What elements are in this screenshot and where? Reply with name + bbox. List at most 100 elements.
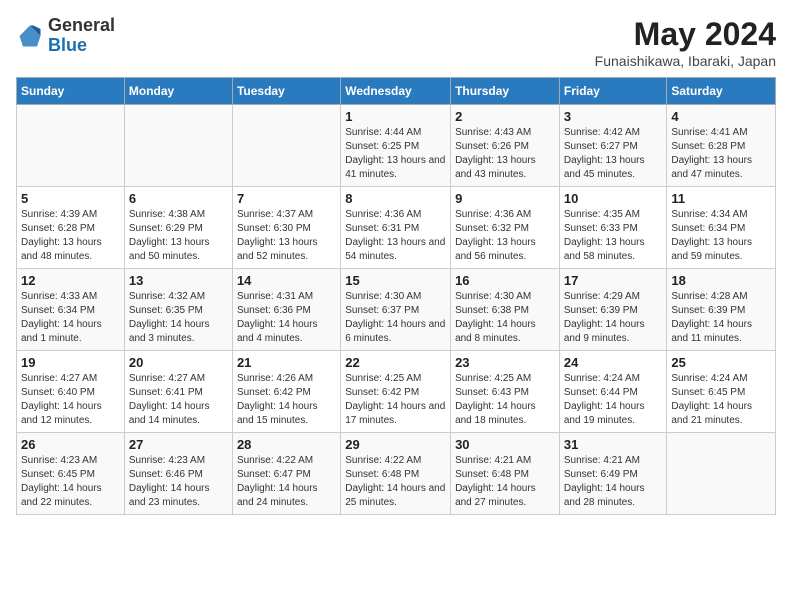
day-info: Sunrise: 4:22 AM Sunset: 6:48 PM Dayligh… <box>345 454 446 510</box>
calendar-cell: 24 Sunrise: 4:24 AM Sunset: 6:44 PM Dayli… <box>559 351 667 433</box>
day-number: 3 <box>564 109 663 124</box>
day-info: Sunrise: 4:33 AM Sunset: 6:34 PM Dayligh… <box>21 290 120 346</box>
day-number: 30 <box>455 437 555 452</box>
day-number: 14 <box>237 273 336 288</box>
logo-blue-text: Blue <box>48 35 87 55</box>
day-number: 29 <box>345 437 446 452</box>
day-info: Sunrise: 4:21 AM Sunset: 6:48 PM Dayligh… <box>455 454 555 510</box>
week-row-3: 19 Sunrise: 4:27 AM Sunset: 6:40 PM Dayli… <box>17 351 776 433</box>
calendar-cell: 9 Sunrise: 4:36 AM Sunset: 6:32 PM Daylig… <box>451 187 560 269</box>
day-info: Sunrise: 4:34 AM Sunset: 6:34 PM Dayligh… <box>671 208 771 264</box>
calendar-cell: 3 Sunrise: 4:42 AM Sunset: 6:27 PM Daylig… <box>559 105 667 187</box>
day-number: 27 <box>129 437 228 452</box>
day-number: 11 <box>671 191 771 206</box>
day-info: Sunrise: 4:22 AM Sunset: 6:47 PM Dayligh… <box>237 454 336 510</box>
day-info: Sunrise: 4:23 AM Sunset: 6:46 PM Dayligh… <box>129 454 228 510</box>
day-number: 25 <box>671 355 771 370</box>
day-number: 26 <box>21 437 120 452</box>
day-number: 2 <box>455 109 555 124</box>
day-info: Sunrise: 4:30 AM Sunset: 6:37 PM Dayligh… <box>345 290 446 346</box>
header-day-thursday: Thursday <box>451 78 560 105</box>
day-info: Sunrise: 4:36 AM Sunset: 6:31 PM Dayligh… <box>345 208 446 264</box>
title-block: May 2024 Funaishikawa, Ibaraki, Japan <box>595 16 776 69</box>
day-number: 21 <box>237 355 336 370</box>
day-info: Sunrise: 4:24 AM Sunset: 6:44 PM Dayligh… <box>564 372 663 428</box>
day-number: 19 <box>21 355 120 370</box>
day-number: 31 <box>564 437 663 452</box>
calendar-cell: 13Sunrise: 4:32 AM Sunset: 6:35 PM Dayli… <box>124 269 232 351</box>
day-info: Sunrise: 4:42 AM Sunset: 6:27 PM Dayligh… <box>564 126 663 182</box>
calendar-cell: 18Sunrise: 4:28 AM Sunset: 6:39 PM Dayli… <box>667 269 776 351</box>
day-number: 23 <box>455 355 555 370</box>
calendar-cell: 1 Sunrise: 4:44 AM Sunset: 6:25 PM Daylig… <box>341 105 451 187</box>
calendar-cell: 30 Sunrise: 4:21 AM Sunset: 6:48 PM Dayli… <box>451 433 560 515</box>
header-day-friday: Friday <box>559 78 667 105</box>
logo-icon <box>16 22 44 50</box>
day-info: Sunrise: 4:23 AM Sunset: 6:45 PM Dayligh… <box>21 454 120 510</box>
calendar-cell: 10Sunrise: 4:35 AM Sunset: 6:33 PM Dayli… <box>559 187 667 269</box>
day-info: Sunrise: 4:29 AM Sunset: 6:39 PM Dayligh… <box>564 290 663 346</box>
calendar-header: SundayMondayTuesdayWednesdayThursdayFrid… <box>17 78 776 105</box>
day-number: 9 <box>455 191 555 206</box>
day-number: 13 <box>129 273 228 288</box>
day-info: Sunrise: 4:37 AM Sunset: 6:30 PM Dayligh… <box>237 208 336 264</box>
calendar-cell: 8Sunrise: 4:36 AM Sunset: 6:31 PM Daylig… <box>341 187 451 269</box>
day-number: 7 <box>237 191 336 206</box>
day-info: Sunrise: 4:26 AM Sunset: 6:42 PM Dayligh… <box>237 372 336 428</box>
month-year: May 2024 <box>595 16 776 53</box>
day-info: Sunrise: 4:31 AM Sunset: 6:36 PM Dayligh… <box>237 290 336 346</box>
week-row-4: 26 Sunrise: 4:23 AM Sunset: 6:45 PM Dayli… <box>17 433 776 515</box>
day-info: Sunrise: 4:25 AM Sunset: 6:42 PM Dayligh… <box>345 372 446 428</box>
day-number: 5 <box>21 191 120 206</box>
day-info: Sunrise: 4:36 AM Sunset: 6:32 PM Dayligh… <box>455 208 555 264</box>
calendar-table: SundayMondayTuesdayWednesdayThursdayFrid… <box>16 77 776 515</box>
day-info: Sunrise: 4:30 AM Sunset: 6:38 PM Dayligh… <box>455 290 555 346</box>
header-day-saturday: Saturday <box>667 78 776 105</box>
calendar-cell: 23 Sunrise: 4:25 AM Sunset: 6:43 PM Dayli… <box>451 351 560 433</box>
week-row-1: 5 Sunrise: 4:39 AM Sunset: 6:28 PM Daylig… <box>17 187 776 269</box>
day-info: Sunrise: 4:25 AM Sunset: 6:43 PM Dayligh… <box>455 372 555 428</box>
calendar-cell: 28 Sunrise: 4:22 AM Sunset: 6:47 PM Dayli… <box>232 433 340 515</box>
calendar-cell: 26 Sunrise: 4:23 AM Sunset: 6:45 PM Dayli… <box>17 433 125 515</box>
location: Funaishikawa, Ibaraki, Japan <box>595 53 776 69</box>
calendar-cell: 29 Sunrise: 4:22 AM Sunset: 6:48 PM Dayli… <box>341 433 451 515</box>
logo-general-text: General <box>48 15 115 35</box>
calendar-cell: 27 Sunrise: 4:23 AM Sunset: 6:46 PM Dayli… <box>124 433 232 515</box>
calendar-cell <box>667 433 776 515</box>
day-info: Sunrise: 4:27 AM Sunset: 6:40 PM Dayligh… <box>21 372 120 428</box>
calendar-cell <box>17 105 125 187</box>
calendar-cell <box>232 105 340 187</box>
calendar-cell: 22 Sunrise: 4:25 AM Sunset: 6:42 PM Dayli… <box>341 351 451 433</box>
day-number: 20 <box>129 355 228 370</box>
calendar-cell: 2 Sunrise: 4:43 AM Sunset: 6:26 PM Daylig… <box>451 105 560 187</box>
header-day-tuesday: Tuesday <box>232 78 340 105</box>
header: General Blue May 2024 Funaishikawa, Ibar… <box>16 16 776 69</box>
calendar-cell: 12 Sunrise: 4:33 AM Sunset: 6:34 PM Dayli… <box>17 269 125 351</box>
calendar-cell: 19 Sunrise: 4:27 AM Sunset: 6:40 PM Dayli… <box>17 351 125 433</box>
logo: General Blue <box>16 16 115 56</box>
calendar-cell: 4Sunrise: 4:41 AM Sunset: 6:28 PM Daylig… <box>667 105 776 187</box>
day-number: 24 <box>564 355 663 370</box>
calendar-cell: 15 Sunrise: 4:30 AM Sunset: 6:37 PM Dayli… <box>341 269 451 351</box>
day-number: 12 <box>21 273 120 288</box>
header-day-wednesday: Wednesday <box>341 78 451 105</box>
day-number: 22 <box>345 355 446 370</box>
day-info: Sunrise: 4:38 AM Sunset: 6:29 PM Dayligh… <box>129 208 228 264</box>
day-info: Sunrise: 4:39 AM Sunset: 6:28 PM Dayligh… <box>21 208 120 264</box>
day-info: Sunrise: 4:41 AM Sunset: 6:28 PM Dayligh… <box>671 126 771 182</box>
week-row-2: 12 Sunrise: 4:33 AM Sunset: 6:34 PM Dayli… <box>17 269 776 351</box>
week-row-0: 1 Sunrise: 4:44 AM Sunset: 6:25 PM Daylig… <box>17 105 776 187</box>
day-info: Sunrise: 4:43 AM Sunset: 6:26 PM Dayligh… <box>455 126 555 182</box>
calendar-cell: 11 Sunrise: 4:34 AM Sunset: 6:34 PM Dayli… <box>667 187 776 269</box>
day-number: 15 <box>345 273 446 288</box>
day-info: Sunrise: 4:35 AM Sunset: 6:33 PM Dayligh… <box>564 208 663 264</box>
header-day-sunday: Sunday <box>17 78 125 105</box>
calendar-cell: 25 Sunrise: 4:24 AM Sunset: 6:45 PM Dayli… <box>667 351 776 433</box>
day-info: Sunrise: 4:44 AM Sunset: 6:25 PM Dayligh… <box>345 126 446 182</box>
day-number: 28 <box>237 437 336 452</box>
day-info: Sunrise: 4:27 AM Sunset: 6:41 PM Dayligh… <box>129 372 228 428</box>
day-number: 1 <box>345 109 446 124</box>
day-info: Sunrise: 4:28 AM Sunset: 6:39 PM Dayligh… <box>671 290 771 346</box>
day-info: Sunrise: 4:24 AM Sunset: 6:45 PM Dayligh… <box>671 372 771 428</box>
calendar-body: 1 Sunrise: 4:44 AM Sunset: 6:25 PM Daylig… <box>17 105 776 515</box>
